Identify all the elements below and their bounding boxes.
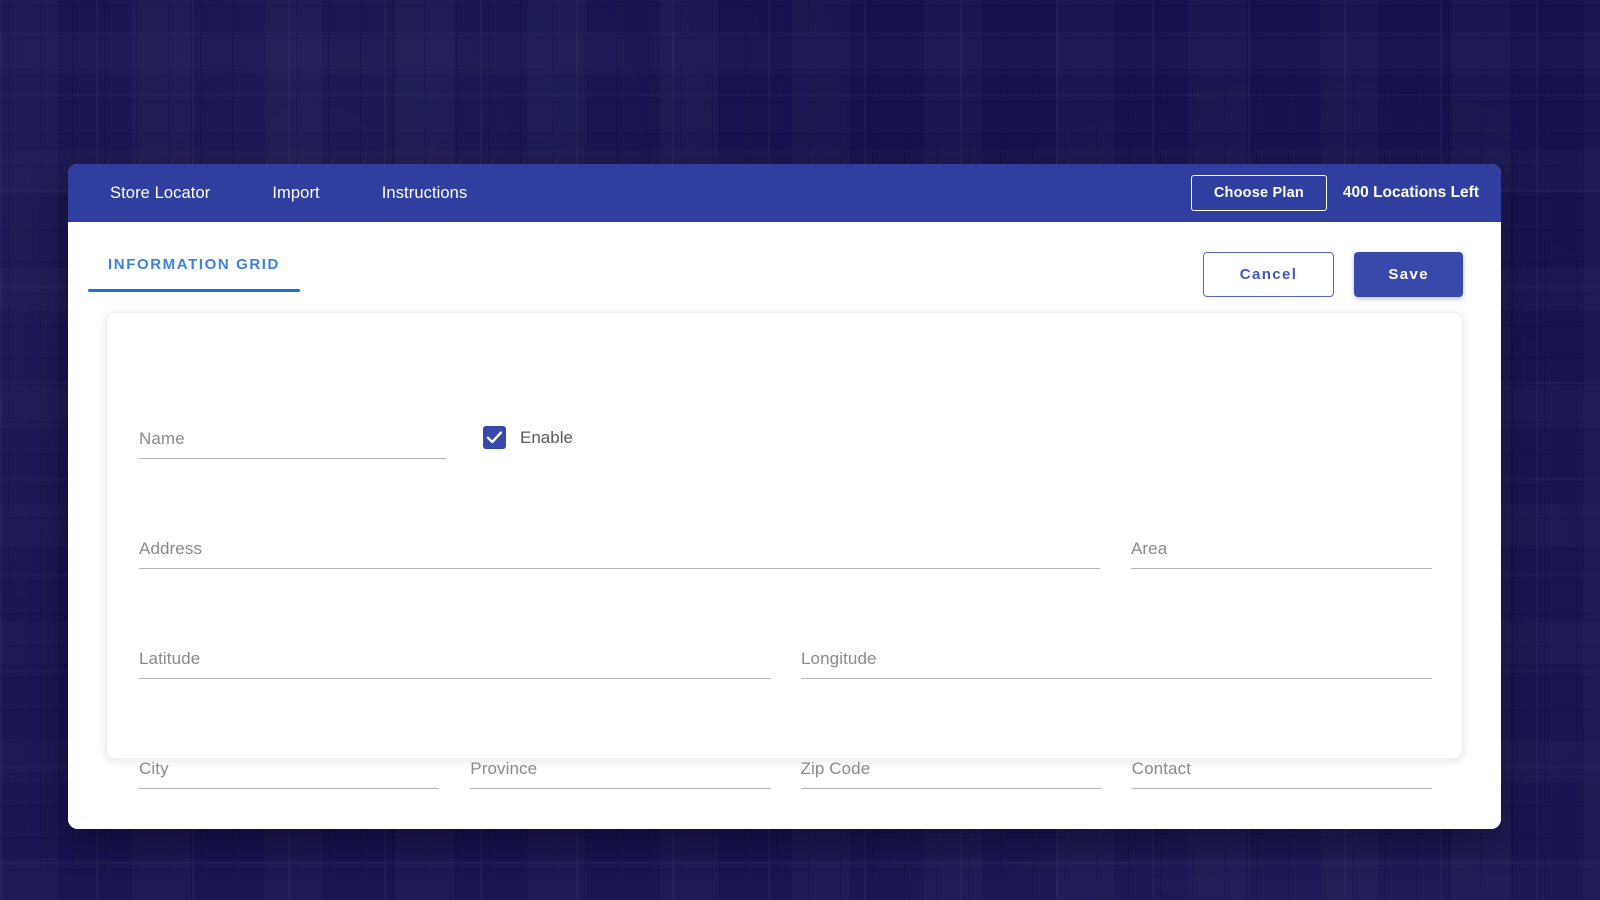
field-contact-label: Contact <box>1132 759 1432 779</box>
save-button[interactable]: Save <box>1354 252 1463 297</box>
tab-and-action-row: INFORMATION GRID Cancel Save <box>106 222 1463 310</box>
enable-checkbox[interactable] <box>483 426 506 449</box>
field-province-label: Province <box>470 759 770 779</box>
top-navbar: Store Locator Import Instructions Choose… <box>68 164 1501 222</box>
enable-checkbox-label: Enable <box>520 428 573 448</box>
field-area-label: Area <box>1131 539 1432 559</box>
cancel-button[interactable]: Cancel <box>1203 252 1335 297</box>
field-name-label: Name <box>139 429 446 449</box>
form-actions: Cancel Save <box>1203 250 1463 297</box>
tab-active-underline <box>88 289 300 292</box>
field-address-label: Address <box>139 539 1100 559</box>
content-area: INFORMATION GRID Cancel Save Name <box>68 222 1501 829</box>
form-row-name: Name Enable <box>137 349 1432 459</box>
choose-plan-button[interactable]: Choose Plan <box>1191 175 1327 211</box>
navbar-right-group: Choose Plan 400 Locations Left <box>1191 175 1479 211</box>
tab-information-grid-label: INFORMATION GRID <box>108 256 280 273</box>
field-city[interactable]: City <box>139 759 439 789</box>
nav-link-instructions[interactable]: Instructions <box>382 184 468 203</box>
field-contact[interactable]: Contact <box>1132 759 1432 789</box>
field-latitude[interactable]: Latitude <box>139 649 771 679</box>
field-longitude[interactable]: Longitude <box>801 649 1432 679</box>
field-address[interactable]: Address <box>139 539 1100 569</box>
form-row-coordinates: Latitude Longitude <box>137 569 1432 679</box>
field-city-label: City <box>139 759 439 779</box>
field-province[interactable]: Province <box>470 759 770 789</box>
nav-link-import[interactable]: Import <box>272 184 319 203</box>
field-name[interactable]: Name <box>139 429 446 459</box>
form-row-address: Address Area <box>137 459 1432 569</box>
field-longitude-label: Longitude <box>801 649 1432 669</box>
field-zip-code[interactable]: Zip Code <box>801 759 1101 789</box>
nav-links: Store Locator Import Instructions <box>110 184 467 203</box>
field-area[interactable]: Area <box>1131 539 1432 569</box>
form-row-location: City Province Zip Code Contact <box>137 679 1432 789</box>
information-grid-form-card: Name Enable Address Area <box>106 312 1463 759</box>
field-zip-code-label: Zip Code <box>801 759 1101 779</box>
enable-checkbox-group[interactable]: Enable <box>483 426 573 459</box>
nav-link-store-locator[interactable]: Store Locator <box>110 184 210 203</box>
field-latitude-label: Latitude <box>139 649 771 669</box>
app-window: Store Locator Import Instructions Choose… <box>68 164 1501 829</box>
tab-information-grid[interactable]: INFORMATION GRID <box>106 250 282 292</box>
locations-left-counter: 400 Locations Left <box>1343 184 1479 202</box>
check-icon <box>486 429 503 446</box>
